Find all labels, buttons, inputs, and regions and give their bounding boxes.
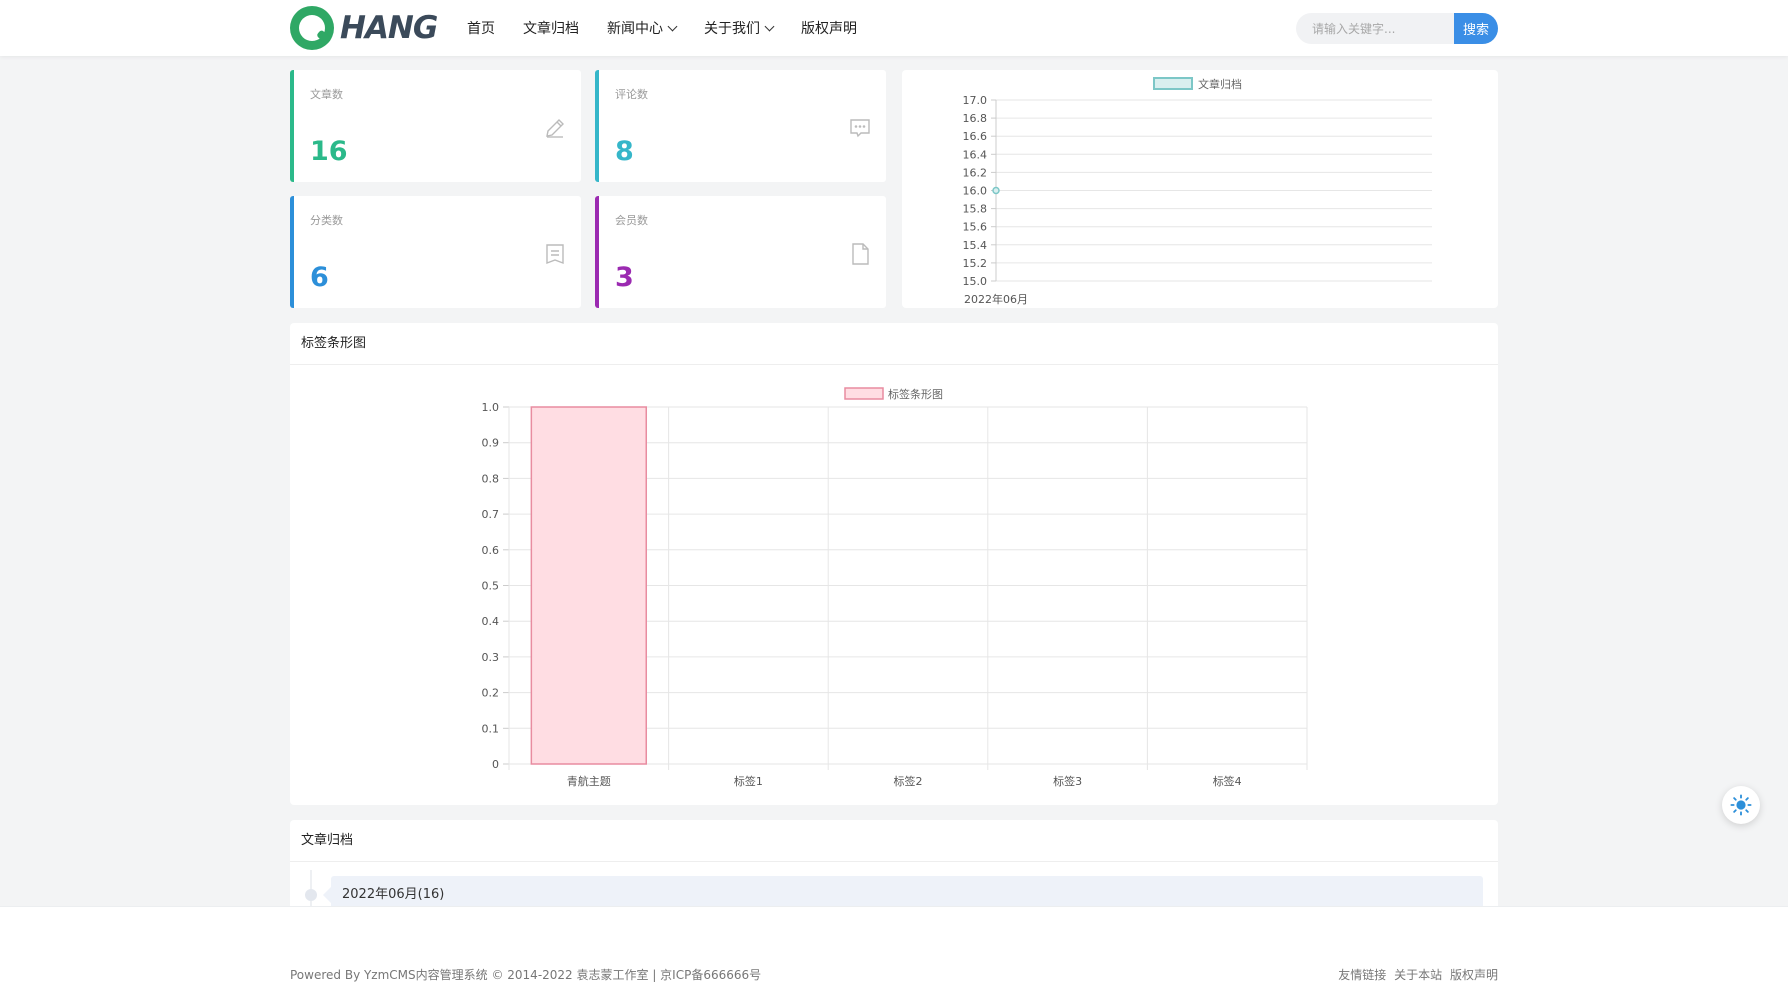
- chevron-down-icon: [764, 21, 775, 31]
- nav-copyright[interactable]: 版权声明: [801, 18, 857, 38]
- stat-value: 16: [310, 136, 348, 167]
- y-tick-label: 16.8: [963, 112, 988, 125]
- y-tick-label: 0.3: [482, 651, 500, 664]
- edit-icon: [546, 119, 564, 138]
- nav-label: 新闻中心: [607, 21, 663, 37]
- nav-news[interactable]: 新闻中心: [607, 18, 678, 38]
- search-input[interactable]: [1296, 13, 1454, 44]
- x-tick-label: 青航主题: [567, 774, 611, 788]
- y-tick-label: 15.8: [963, 203, 988, 216]
- site-logo[interactable]: HANG: [290, 6, 438, 50]
- stat-card-articles: 文章数 16: [290, 70, 581, 182]
- logo-text: HANG: [340, 10, 438, 46]
- x-tick-label: 标签3: [1053, 774, 1082, 788]
- archive-line-chart: 文章归档 17.0 16.8 16.6 16.4 16.2 16.0 15.8 15.6 15.4…: [963, 77, 1432, 306]
- y-tick-label: 16.0: [963, 185, 988, 198]
- legend-swatch: [844, 387, 884, 400]
- data-point: [992, 186, 1000, 195]
- y-tick-label: 0.6: [482, 544, 500, 557]
- timeline-dot: [305, 889, 317, 901]
- chevron-down-icon: [667, 21, 678, 31]
- y-tick-label: 0.8: [482, 472, 500, 485]
- panel-title: 标签条形图: [290, 323, 1498, 365]
- footer-links: 友情链接 关于本站 版权声明: [1334, 966, 1498, 983]
- stat-card-members: 会员数 3: [595, 196, 886, 308]
- nav-label: 关于我们: [704, 21, 760, 37]
- nav-archive[interactable]: 文章归档: [523, 18, 579, 38]
- search-button[interactable]: 搜索: [1454, 13, 1498, 44]
- nav-label: 版权声明: [801, 21, 857, 37]
- search-box: 搜索: [1296, 13, 1498, 44]
- y-tick-label: 0.4: [482, 615, 500, 628]
- nav-home[interactable]: 首页: [467, 18, 495, 38]
- list-icon: [546, 244, 564, 265]
- footer: Powered By YzmCMS内容管理系统 © 2014-2022 袁志蒙工…: [0, 906, 1788, 1002]
- y-tick-label: 15.6: [963, 221, 988, 234]
- nav-label: 文章归档: [523, 21, 579, 37]
- tag-bar-chart-panel: 标签条形图 标签条形图 1.0 0.9 0.8 0.7 0.6 0.5 0.4 0.3 0.2 0.…: [290, 323, 1498, 805]
- nav-about[interactable]: 关于我们: [704, 18, 775, 38]
- tag-bar-chart: 标签条形图 1.0 0.9 0.8 0.7 0.6 0.5 0.4 0.3 0.2 0.1 0 青航主题…: [482, 387, 1308, 788]
- x-tick-label: 标签4: [1213, 774, 1242, 788]
- y-tick-label: 0.9: [482, 437, 500, 450]
- y-tick-label: 16.2: [963, 166, 988, 179]
- footer-copyright: Powered By YzmCMS内容管理系统 © 2014-2022 袁志蒙工…: [290, 968, 762, 982]
- stat-value: 3: [615, 262, 634, 293]
- y-tick-label: 0.1: [482, 722, 500, 735]
- footer-link-about[interactable]: 关于本站: [1394, 968, 1442, 982]
- nav-label: 首页: [467, 21, 495, 37]
- archive-line-chart-card: 文章归档 17.0 16.8 16.6 16.4 16.2 16.0 15.8 15.6 15.4…: [902, 70, 1498, 308]
- stat-card-categories: 分类数 6: [290, 196, 581, 308]
- stat-label: 分类数: [310, 214, 343, 227]
- x-tick-label: 标签2: [894, 774, 923, 788]
- top-navbar: HANG 首页 文章归档 新闻中心 关于我们 版权声明 搜索: [0, 0, 1788, 56]
- stat-label: 评论数: [615, 88, 648, 101]
- x-tick-label: 2022年06月: [964, 292, 1028, 306]
- logo-q-icon: [290, 6, 334, 50]
- y-tick-label: 16.6: [963, 130, 988, 143]
- sun-icon: [1730, 794, 1752, 816]
- bar: [530, 406, 648, 765]
- panel-title: 文章归档: [290, 820, 1498, 862]
- y-tick-label: 0: [492, 758, 499, 771]
- y-tick-label: 15.0: [963, 275, 988, 288]
- y-tick-label: 0.5: [482, 580, 500, 593]
- footer-link-friends[interactable]: 友情链接: [1338, 968, 1386, 982]
- stat-label: 会员数: [615, 214, 648, 227]
- y-tick-label: 15.4: [963, 239, 988, 252]
- stat-card-comments: 评论数 8: [595, 70, 886, 182]
- x-tick-label: 标签1: [734, 774, 763, 788]
- y-tick-label: 17.0: [963, 94, 988, 107]
- y-tick-label: 1.0: [482, 401, 500, 414]
- legend-swatch: [1153, 77, 1193, 90]
- stat-value: 8: [615, 136, 634, 167]
- legend-label: 文章归档: [1198, 77, 1242, 91]
- stat-value: 6: [310, 262, 329, 293]
- legend-label: 标签条形图: [888, 387, 943, 401]
- y-tick-label: 0.7: [482, 508, 500, 521]
- main-nav: 首页 文章归档 新闻中心 关于我们 版权声明: [467, 0, 885, 56]
- footer-link-copyright[interactable]: 版权声明: [1450, 968, 1498, 982]
- y-tick-label: 16.4: [963, 148, 988, 161]
- stat-label: 文章数: [310, 88, 343, 101]
- theme-toggle-button[interactable]: [1722, 786, 1760, 824]
- y-tick-label: 15.2: [963, 257, 988, 270]
- y-tick-label: 0.2: [482, 687, 500, 700]
- comment-icon: [850, 119, 870, 138]
- file-icon: [852, 243, 869, 265]
